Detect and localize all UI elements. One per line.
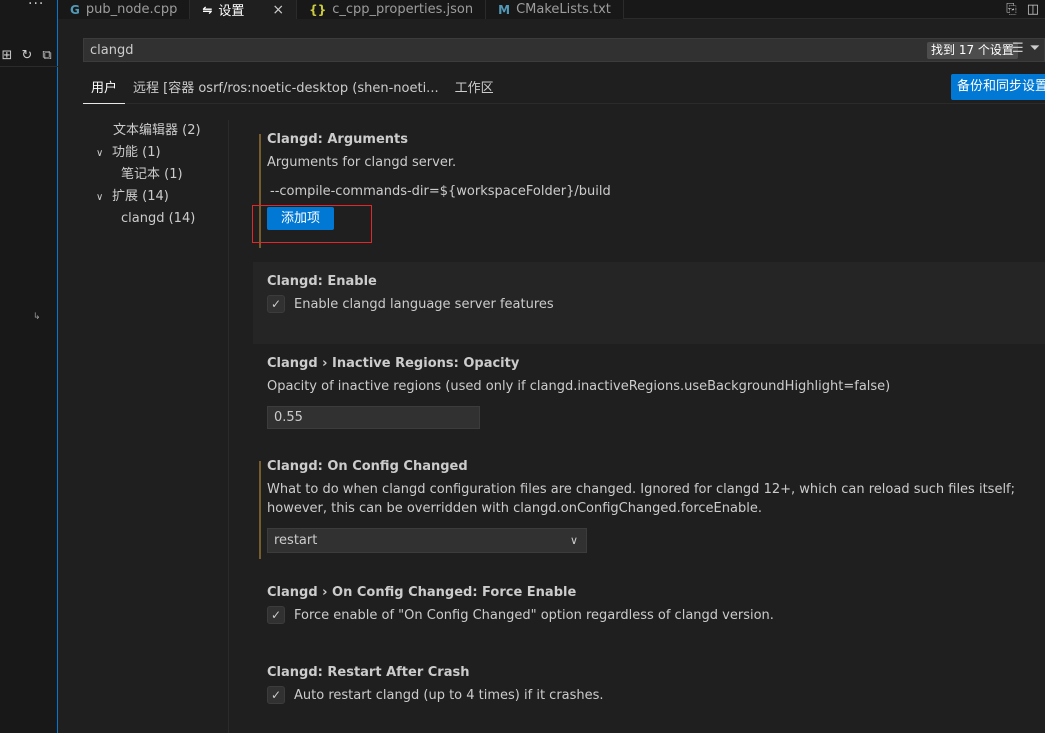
setting-title: Clangd: Enable [267, 274, 377, 289]
explorer-edge: ··· ⊞ ↻ ⧉ ↳ [0, 0, 58, 733]
setting-restart-after-crash: Clangd: Restart After Crash ✓ Auto resta… [253, 653, 1045, 723]
tab-cmakelists-txt[interactable]: M CMakeLists.txt [486, 0, 624, 19]
setting-title: Clangd › On Config Changed: Force Enable [267, 585, 577, 600]
settings-toc: 文本编辑器 (2) ∨ 功能 (1) 笔记本 (1) ∨ 扩展 (14) clang… [90, 120, 230, 230]
collapse-all-icon[interactable]: ⧉ [40, 48, 54, 63]
search-result-count: 找到 17 个设置 [927, 42, 1018, 59]
cpp-file-icon: G [70, 2, 80, 17]
divider [0, 66, 58, 67]
setting-description: Arguments for clangd server. [267, 155, 457, 170]
setting-force-enable: Clangd › On Config Changed: Force Enable… [253, 573, 1045, 653]
settings-search: 找到 17 个设置 ☰ ⏷ [83, 38, 1045, 62]
toc-item-features[interactable]: ∨ 功能 (1) [90, 142, 230, 164]
search-actions: ☰ ⏷ [1012, 41, 1040, 56]
setting-title: Clangd › Inactive Regions: Opacity [267, 356, 520, 371]
tab-workspace[interactable]: 工作区 [447, 74, 502, 104]
chevron-down-icon: ∨ [569, 534, 578, 547]
checkbox-label: Auto restart clangd (up to 4 times) if i… [294, 687, 604, 703]
setting-description: Opacity of inactive regions (used only i… [267, 379, 891, 394]
select-value: restart [274, 533, 318, 548]
highlight-annotation-box [252, 205, 372, 243]
toc-label: 扩展 (14) [112, 189, 169, 204]
checkbox-label: Force enable of "On Config Changed" opti… [294, 607, 774, 623]
checkbox-label: Enable clangd language server features [294, 296, 554, 312]
check-icon: ✓ [270, 297, 282, 311]
cmake-file-icon: M [498, 2, 511, 17]
split-editor-icon[interactable]: ◫ [1027, 2, 1039, 17]
tab-user[interactable]: 用户 [83, 74, 126, 104]
settings-scope-tabs: 用户 远程 [容器 osrf/ros:noetic-desktop (shen-… [83, 74, 1045, 104]
argument-list-item[interactable]: --compile-commands-dir=${workspaceFolder… [267, 184, 1031, 199]
toc-label: 文本编辑器 (2) [113, 123, 201, 138]
setting-title: Clangd: Restart After Crash [267, 665, 470, 680]
settings-editor-icon: ⇋ [202, 2, 213, 17]
checkbox-row: ✓ Force enable of "On Config Changed" op… [267, 606, 1031, 624]
tab-c-cpp-properties-json[interactable]: {} c_cpp_properties.json [297, 0, 487, 19]
checkbox-row: ✓ Enable clangd language server features [267, 295, 1031, 313]
toc-item-text-editor[interactable]: 文本编辑器 (2) [90, 120, 230, 142]
toc-label: 笔记本 (1) [121, 167, 183, 182]
tab-settings[interactable]: ⇋ 设置 × [190, 0, 298, 19]
restart-after-crash-checkbox[interactable]: ✓ [267, 686, 285, 704]
setting-description: What to do when clangd configuration fil… [267, 482, 1016, 516]
settings-search-input[interactable] [90, 42, 910, 58]
check-icon: ✓ [270, 688, 282, 702]
explorer-toolbar: ⊞ ↻ ⧉ [0, 48, 54, 63]
json-file-icon: {} [309, 2, 327, 17]
tab-remote[interactable]: 远程 [容器 osrf/ros:noetic-desktop (shen-noe… [125, 74, 447, 104]
setting-inactive-regions-opacity: Clangd › Inactive Regions: Opacity Opaci… [253, 344, 1045, 447]
clear-filter-icon[interactable]: ☰ [1012, 41, 1024, 56]
setting-title: Clangd: Arguments [267, 132, 408, 147]
toc-item-clangd[interactable]: clangd (14) [90, 208, 230, 230]
chevron-down-icon: ∨ [96, 192, 104, 203]
new-folder-icon[interactable]: ⊞ [0, 48, 14, 63]
return-arrow-icon: ↳ [33, 312, 41, 322]
refresh-icon[interactable]: ↻ [20, 48, 34, 63]
toc-item-notebook[interactable]: 笔记本 (1) [90, 164, 230, 186]
close-icon[interactable]: × [272, 2, 284, 18]
setting-on-config-changed: Clangd: On Config Changed What to do whe… [253, 447, 1045, 573]
check-icon: ✓ [270, 608, 282, 622]
setting-clangd-enable: Clangd: Enable ✓ Enable clangd language … [253, 262, 1045, 344]
toc-item-extensions[interactable]: ∨ 扩展 (14) [90, 186, 230, 208]
setting-title: Clangd: On Config Changed [267, 459, 468, 474]
on-config-changed-select[interactable]: restart ∨ [267, 528, 587, 553]
editor-actions: ⎘ ◫ [1006, 0, 1045, 18]
force-enable-checkbox[interactable]: ✓ [267, 606, 285, 624]
chevron-down-icon: ∨ [96, 148, 104, 159]
checkbox-row: ✓ Auto restart clangd (up to 4 times) if… [267, 686, 1031, 704]
tab-pub-node-cpp[interactable]: G pub_node.cpp [58, 0, 191, 19]
toc-label: 功能 (1) [112, 145, 161, 160]
toc-divider [228, 120, 229, 733]
more-actions-icon[interactable]: ··· [28, 0, 44, 12]
opacity-input[interactable]: 0.55 [267, 406, 480, 429]
filter-icon[interactable]: ⏷ [1030, 41, 1040, 56]
open-settings-json-icon[interactable]: ⎘ [1006, 2, 1016, 17]
tab-label: 设置 [218, 4, 245, 19]
editor-tab-bar: G pub_node.cpp ⇋ 设置 × {} c_cpp_propertie… [58, 0, 1045, 19]
tab-label: c_cpp_properties.json [332, 2, 474, 17]
enable-checkbox[interactable]: ✓ [267, 295, 285, 313]
toc-label: clangd (14) [121, 211, 196, 226]
backup-sync-button[interactable]: 备份和同步设置 [951, 74, 1045, 100]
tab-label: CMakeLists.txt [516, 2, 611, 17]
tab-label: pub_node.cpp [85, 2, 178, 17]
